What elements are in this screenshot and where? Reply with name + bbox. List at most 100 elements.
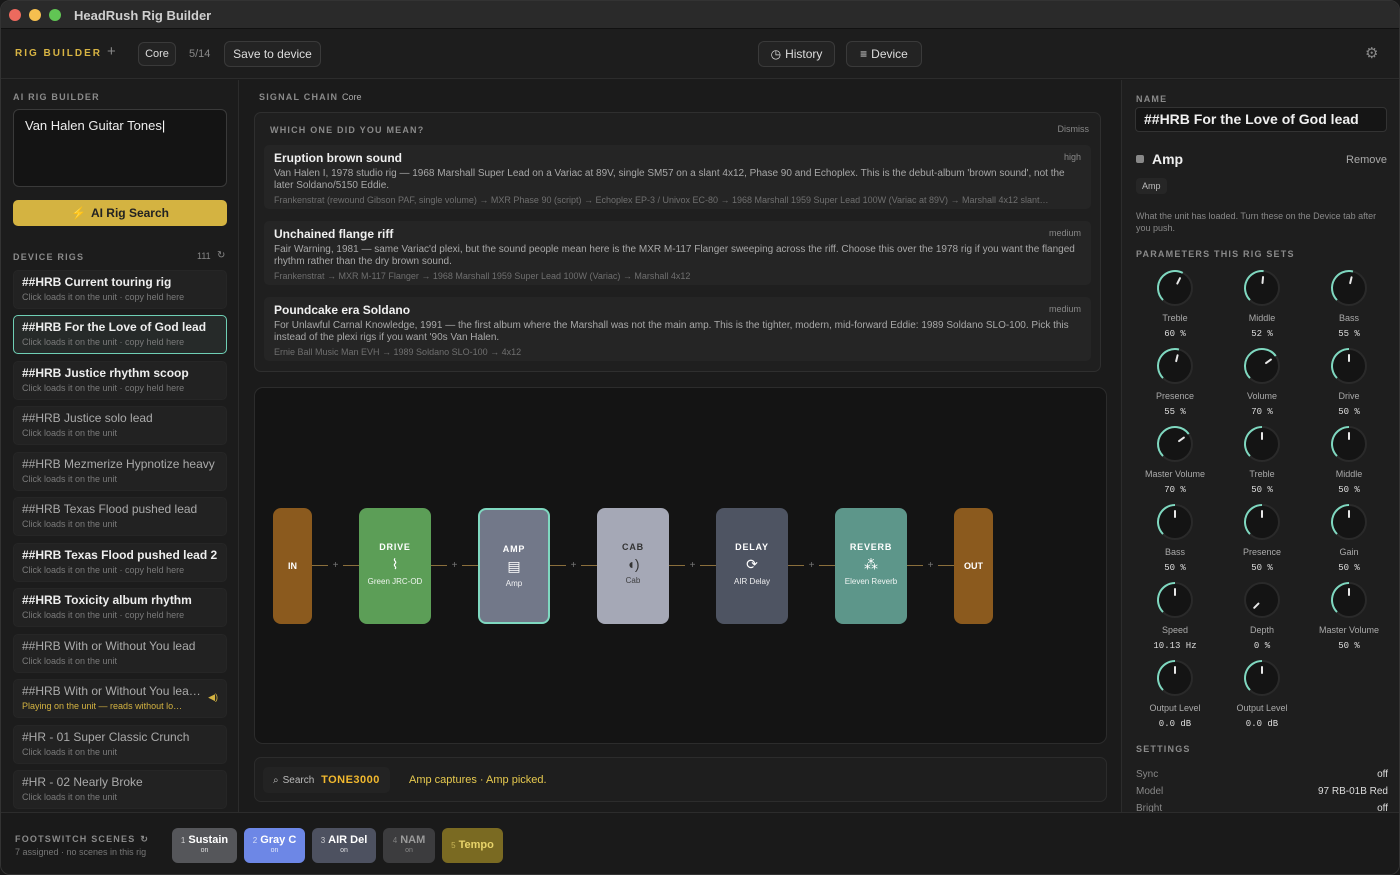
repeat-icon: ⟳ (746, 556, 758, 572)
device-label: Device (871, 47, 908, 61)
toolbar: RIG BUILDER + Core 5/14 Save to device ◷… (1, 29, 1399, 79)
knob-dial[interactable] (1242, 346, 1282, 386)
rig-item[interactable]: #HR - 01 Super Classic Crunch Click loads… (13, 725, 227, 764)
suggestion-card[interactable]: Eruption brown sound high Van Halen I, 1… (264, 145, 1091, 209)
parameter-knob[interactable]: Master Volume 50 % (1306, 580, 1392, 651)
rig-item[interactable]: ##HRB Justice solo lead Click loads it on… (13, 406, 227, 445)
knob-dial[interactable] (1242, 268, 1282, 308)
knob-dial[interactable] (1155, 268, 1195, 308)
gear-icon[interactable]: ⚙ (1365, 44, 1378, 62)
suggestion-path: Frankenstrat (rewound Gibson PAF, single… (274, 195, 1049, 205)
rig-item[interactable]: ##HRB Texas Flood pushed lead Click loads… (13, 497, 227, 536)
footswitch-scene-button[interactable]: 1 Sustain on (172, 828, 237, 863)
parameter-knob[interactable]: Gain 50 % (1306, 502, 1392, 573)
rig-item[interactable]: ##HRB Current touring rig Click loads it … (13, 270, 227, 309)
parameter-knob[interactable]: Output Level 0.0 dB (1132, 658, 1218, 729)
knob-value: 50 % (1164, 563, 1186, 573)
rig-item-playing[interactable]: ##HRB With or Without You lea… Playing on… (13, 679, 227, 718)
ai-query-input[interactable]: Van Halen Guitar Tones| (13, 109, 227, 187)
reverb-block[interactable]: REVERB ⁂ Eleven Reverb (835, 508, 907, 624)
rig-item-selected[interactable]: ##HRB For the Love of God lead Click load… (13, 315, 227, 354)
knob-dial[interactable] (1242, 658, 1282, 698)
minimize-window-button[interactable] (29, 9, 41, 21)
parameter-knob[interactable]: Bass 50 % (1132, 502, 1218, 573)
knob-dial[interactable] (1242, 502, 1282, 542)
footswitch-scene-button[interactable]: 3 AIR Del on (312, 828, 376, 863)
suggestion-card[interactable]: Unchained flange riff medium Fair Warnin… (264, 221, 1091, 285)
footswitch-number: 2 (252, 836, 258, 845)
rig-item[interactable]: ##HRB Justice rhythm scoop Click loads it… (13, 361, 227, 400)
knob-dial[interactable] (1155, 580, 1195, 620)
tone3000-search-button[interactable]: ⌕ Search TONE3000 (263, 767, 390, 793)
parameter-knob[interactable]: Middle 50 % (1306, 424, 1392, 495)
insert-block-button[interactable]: + (328, 558, 343, 573)
parameter-knob[interactable]: Middle 52 % (1219, 268, 1305, 339)
suggestion-card[interactable]: Poundcake era Soldano medium For Unlawfu… (264, 297, 1091, 361)
setting-row[interactable]: Sync off (1136, 769, 1388, 780)
knob-label: Gain (1339, 547, 1359, 557)
save-to-device-button[interactable]: Save to device (224, 41, 321, 67)
drive-block[interactable]: DRIVE ⌇ Green JRC-OD (359, 508, 431, 624)
knob-label: Output Level (1236, 703, 1288, 713)
insert-block-button[interactable]: + (804, 558, 819, 573)
knob-dial[interactable] (1329, 346, 1369, 386)
refresh-icon[interactable]: ↻ (217, 250, 225, 261)
knob-dial[interactable] (1242, 580, 1282, 620)
rig-item[interactable]: ##HRB Mezmerize Hypnotize heavy Click loa… (13, 452, 227, 491)
parameter-knob[interactable]: Presence 55 % (1132, 346, 1218, 417)
rig-item[interactable]: ##HRB Texas Flood pushed lead 2 Click loa… (13, 543, 227, 582)
refresh-icon[interactable]: ↻ (140, 834, 149, 844)
rig-item[interactable]: ##HRB With or Without You lead Click load… (13, 634, 227, 673)
footswitch-scene-button[interactable]: 2 Gray Con (244, 828, 305, 863)
insert-block-button[interactable]: + (566, 558, 581, 573)
parameter-knob[interactable]: Drive 50 % (1306, 346, 1392, 417)
search-icon: ⌕ (273, 775, 279, 786)
input-block[interactable]: IN (273, 508, 312, 624)
output-block[interactable]: OUT (954, 508, 993, 624)
parameter-knob[interactable]: Treble 60 % (1132, 268, 1218, 339)
parameter-knob[interactable]: Presence 50 % (1219, 502, 1305, 573)
setting-row[interactable]: Model 97 RB-01B Red (1136, 786, 1388, 797)
rig-name-input[interactable]: ##HRB For the Love of God lead (1135, 107, 1387, 132)
rig-item[interactable]: ##HRB Toxicity album rhythm Click loads i… (13, 588, 227, 627)
knob-dial[interactable] (1155, 424, 1195, 464)
maximize-window-button[interactable] (49, 9, 61, 21)
insert-block-button[interactable]: + (923, 558, 938, 573)
parameter-knob[interactable]: Volume 70 % (1219, 346, 1305, 417)
parameter-knob[interactable]: Master Volume 70 % (1132, 424, 1218, 495)
preset-chip[interactable]: Core (138, 42, 176, 66)
remove-block-button[interactable]: Remove (1346, 154, 1387, 166)
device-button[interactable]: ≡ Device (846, 41, 922, 67)
footswitch-scene-button[interactable]: 5 Tempo (442, 828, 503, 863)
ai-rig-search-button[interactable]: ⚡ AI Rig Search (13, 200, 227, 226)
parameter-knob[interactable]: Depth 0 % (1219, 580, 1305, 651)
parameter-knob[interactable]: Speed 10.13 Hz (1132, 580, 1218, 651)
history-button[interactable]: ◷ History (758, 41, 835, 67)
add-rig-button[interactable]: + (107, 43, 116, 60)
knob-dial[interactable] (1329, 268, 1369, 308)
amp-block[interactable]: AMP ▤ Amp (478, 508, 550, 624)
knob-dial[interactable] (1155, 346, 1195, 386)
insert-block-button[interactable]: + (447, 558, 462, 573)
close-window-button[interactable] (9, 9, 21, 21)
parameter-knob[interactable]: Output Level 0.0 dB (1219, 658, 1305, 729)
footswitch-scene-button[interactable]: 4 NAM on (383, 828, 435, 863)
knob-dial[interactable] (1242, 424, 1282, 464)
insert-block-button[interactable]: + (685, 558, 700, 573)
rig-title: ##HRB Current touring rig (22, 275, 172, 289)
knob-dial[interactable] (1155, 658, 1195, 698)
history-label: History (785, 47, 823, 61)
dismiss-button[interactable]: Dismiss (1058, 124, 1090, 134)
cab-block[interactable]: CAB ◖) Cab (597, 508, 669, 624)
delay-block[interactable]: DELAY ⟳ AIR Delay (716, 508, 788, 624)
knob-dial[interactable] (1329, 580, 1369, 620)
parameter-knob[interactable]: Treble 50 % (1219, 424, 1305, 495)
signal-chain-preset: Core (342, 92, 362, 102)
knob-dial[interactable] (1329, 502, 1369, 542)
rig-item[interactable]: #HR - 02 Nearly Broke Click loads it on t… (13, 770, 227, 809)
setting-row[interactable]: Bright off (1136, 803, 1388, 812)
knob-label: Master Volume (1144, 469, 1206, 479)
parameter-knob[interactable]: Bass 55 % (1306, 268, 1392, 339)
knob-dial[interactable] (1329, 424, 1369, 464)
knob-dial[interactable] (1155, 502, 1195, 542)
